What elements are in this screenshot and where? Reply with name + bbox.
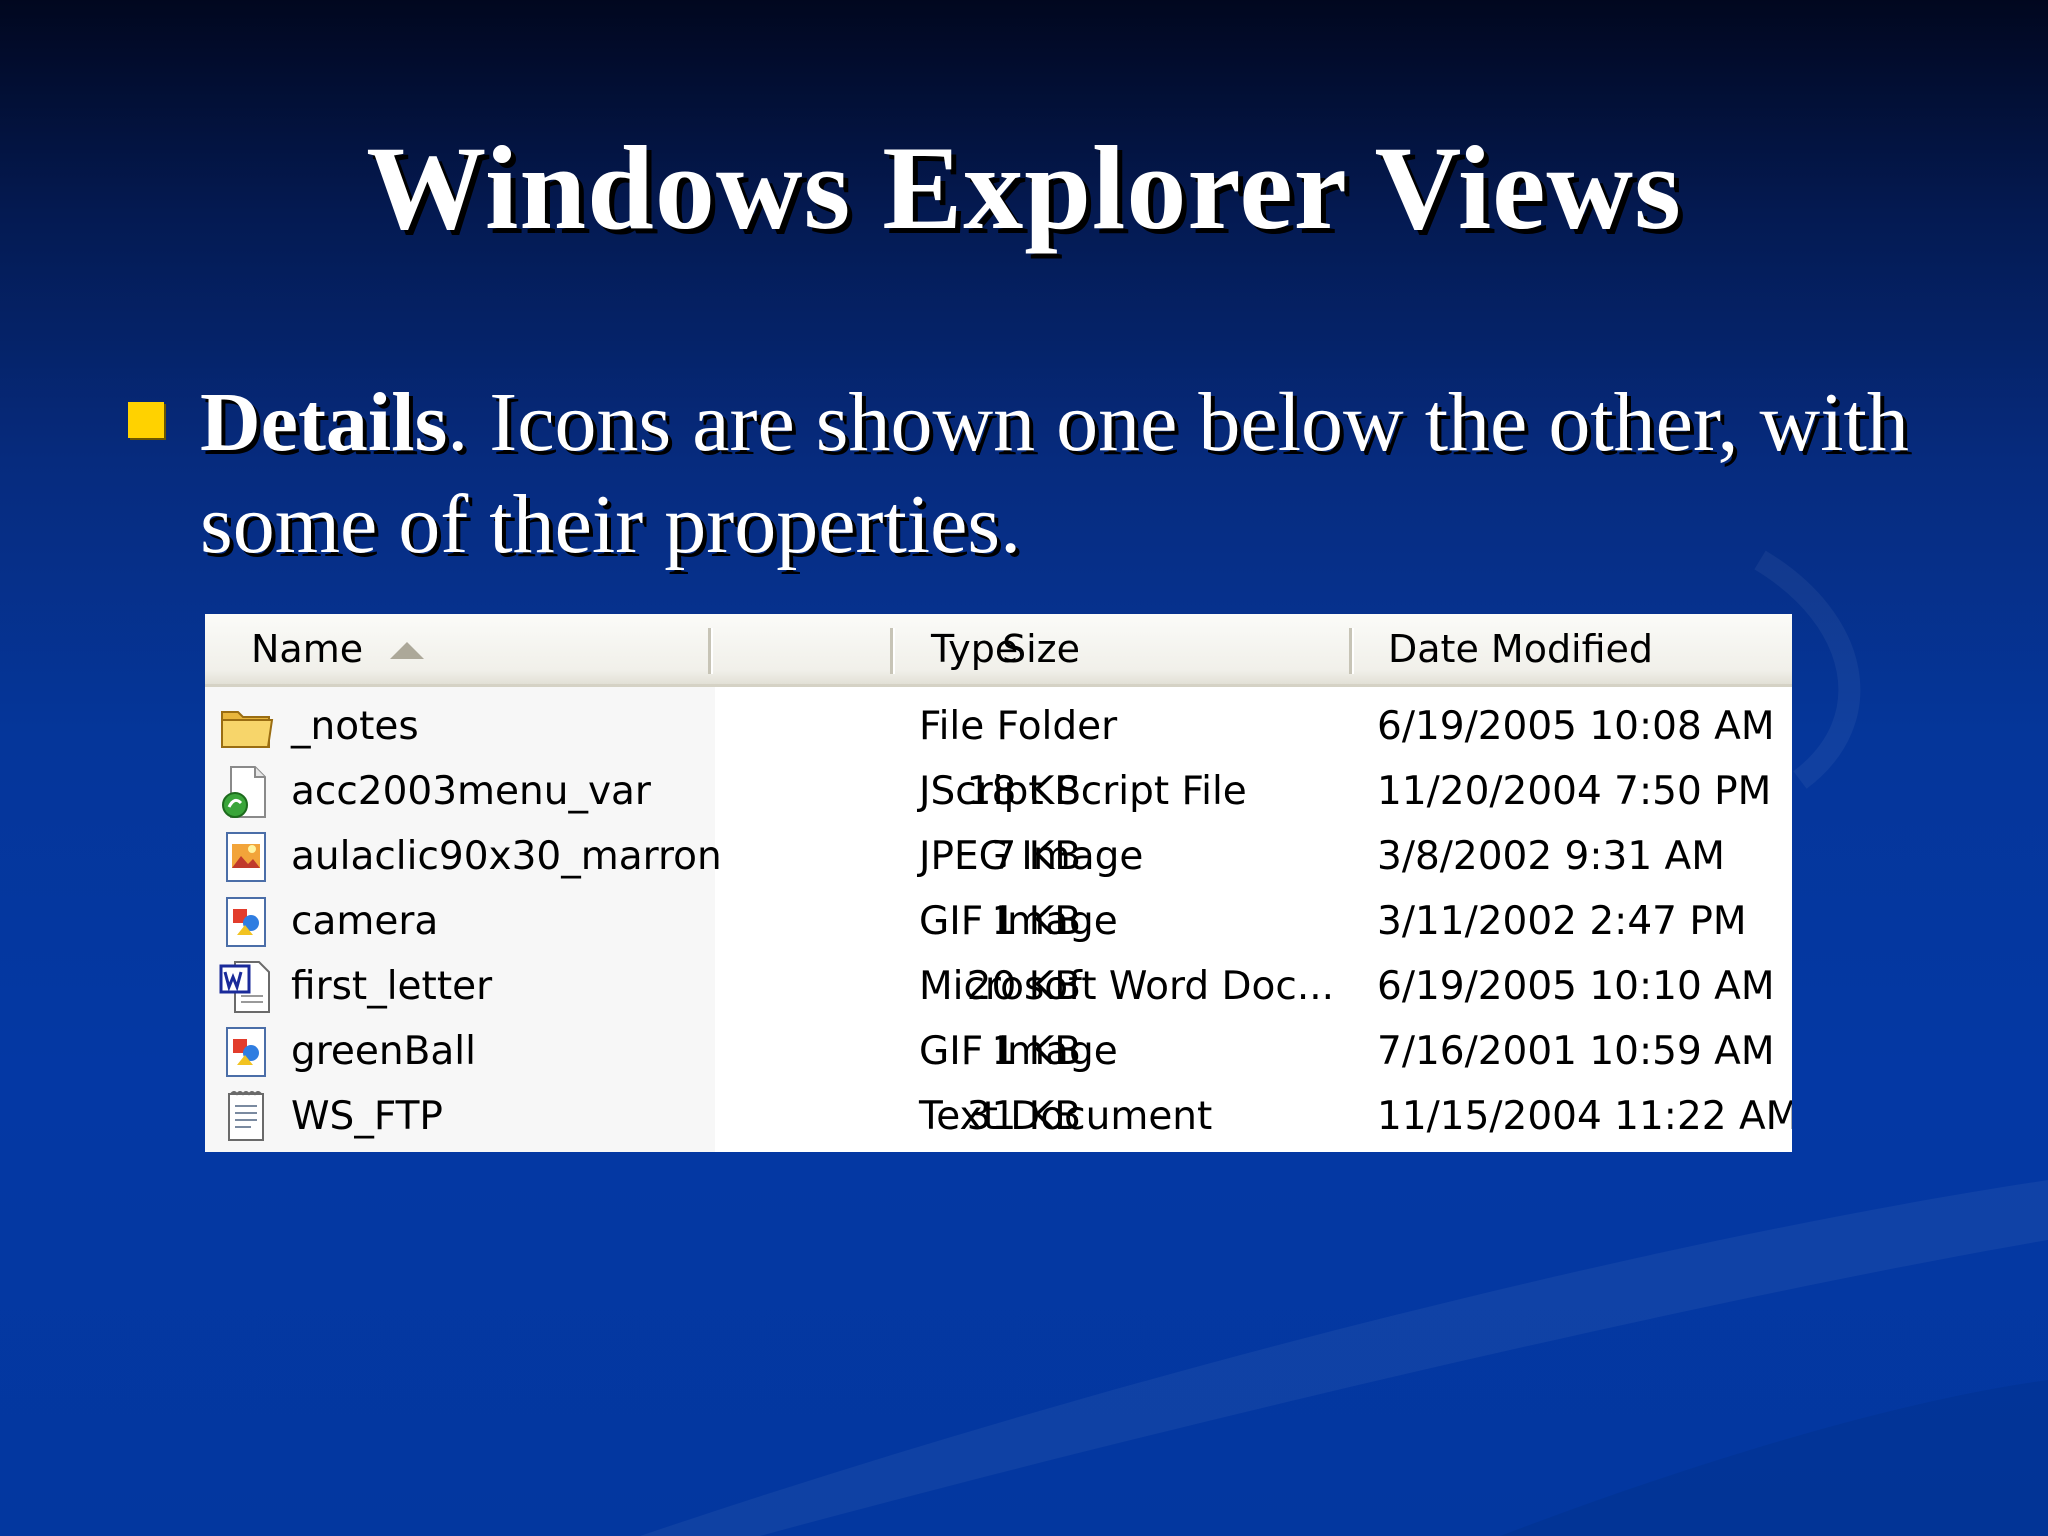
file-name: acc2003menu_var — [291, 769, 651, 814]
column-header-bar: Name Size Type Date Modified — [205, 614, 1792, 687]
file-name: WS_FTP — [291, 1094, 443, 1139]
file-row[interactable]: acc2003menu_var 18 KB JScript Script Fil… — [205, 759, 1792, 824]
file-row[interactable]: camera 1 KB GIF Image 3/11/2002 2:47 PM — [205, 889, 1792, 954]
column-separator[interactable] — [708, 628, 713, 674]
file-date-modified: 6/19/2005 10:10 AM — [1377, 964, 1775, 1009]
file-date-modified: 11/20/2004 7:50 PM — [1377, 769, 1772, 814]
file-type: JScript Script File — [919, 769, 1247, 814]
column-separator[interactable] — [1349, 628, 1354, 674]
file-type: File Folder — [919, 704, 1118, 749]
file-row[interactable]: aulaclic90x30_marron 7 KB JPEG Image 3/8… — [205, 824, 1792, 889]
explorer-details-list: Name Size Type Date Modified _notes File… — [205, 614, 1792, 1152]
file-type: JPEG Image — [919, 834, 1144, 879]
column-header-date-modified[interactable]: Date Modified — [1388, 614, 1653, 684]
file-date-modified: 3/8/2002 9:31 AM — [1377, 834, 1725, 879]
file-date-modified: 6/19/2005 10:08 AM — [1377, 704, 1775, 749]
folder-icon — [221, 711, 274, 748]
column-header-type[interactable]: Type — [931, 614, 1018, 684]
file-name: _notes — [291, 704, 419, 749]
file-row[interactable]: _notes File Folder 6/19/2005 10:08 AM — [205, 694, 1792, 759]
file-type: GIF Image — [919, 1029, 1118, 1074]
file-type: Text Document — [919, 1094, 1213, 1139]
column-header-size[interactable]: Size — [715, 614, 1080, 684]
file-row[interactable]: first_letter 20 KB Microsoft Word Doc...… — [205, 954, 1792, 1019]
text-document-icon — [228, 1091, 264, 1141]
file-date-modified: 3/11/2002 2:47 PM — [1377, 899, 1747, 944]
column-header-name[interactable]: Name — [251, 614, 363, 684]
file-type: GIF Image — [919, 899, 1118, 944]
word-document-icon — [219, 961, 270, 1013]
file-name: camera — [291, 899, 439, 944]
bullet-description: . Icons are shown one below the other, w… — [200, 376, 1909, 571]
bullet-term: Details — [200, 376, 448, 469]
file-name: first_letter — [291, 964, 493, 1009]
file-type: Microsoft Word Doc... — [919, 964, 1335, 1009]
file-name: greenBall — [291, 1029, 476, 1074]
bullet-text: Details. Icons are shown one below the o… — [200, 372, 1920, 576]
column-separator[interactable] — [890, 628, 895, 674]
jscript-file-icon — [222, 766, 266, 818]
file-row[interactable]: greenBall 1 KB GIF Image 7/16/2001 10:59… — [205, 1019, 1792, 1084]
jpeg-image-icon — [226, 832, 266, 882]
file-date-modified: 7/16/2001 10:59 AM — [1377, 1029, 1775, 1074]
slide-title: Windows Explorer Views — [366, 121, 1682, 254]
file-row[interactable]: WS_FTP 31 KB Text Document 11/15/2004 11… — [205, 1084, 1792, 1149]
gif-image-icon — [226, 1027, 266, 1077]
file-date-modified: 11/15/2004 11:22 AM — [1377, 1094, 1792, 1139]
bullet-square-icon — [128, 402, 164, 438]
gif-image-icon — [226, 897, 266, 947]
file-name: aulaclic90x30_marron — [291, 834, 722, 879]
sort-ascending-icon — [390, 642, 424, 659]
